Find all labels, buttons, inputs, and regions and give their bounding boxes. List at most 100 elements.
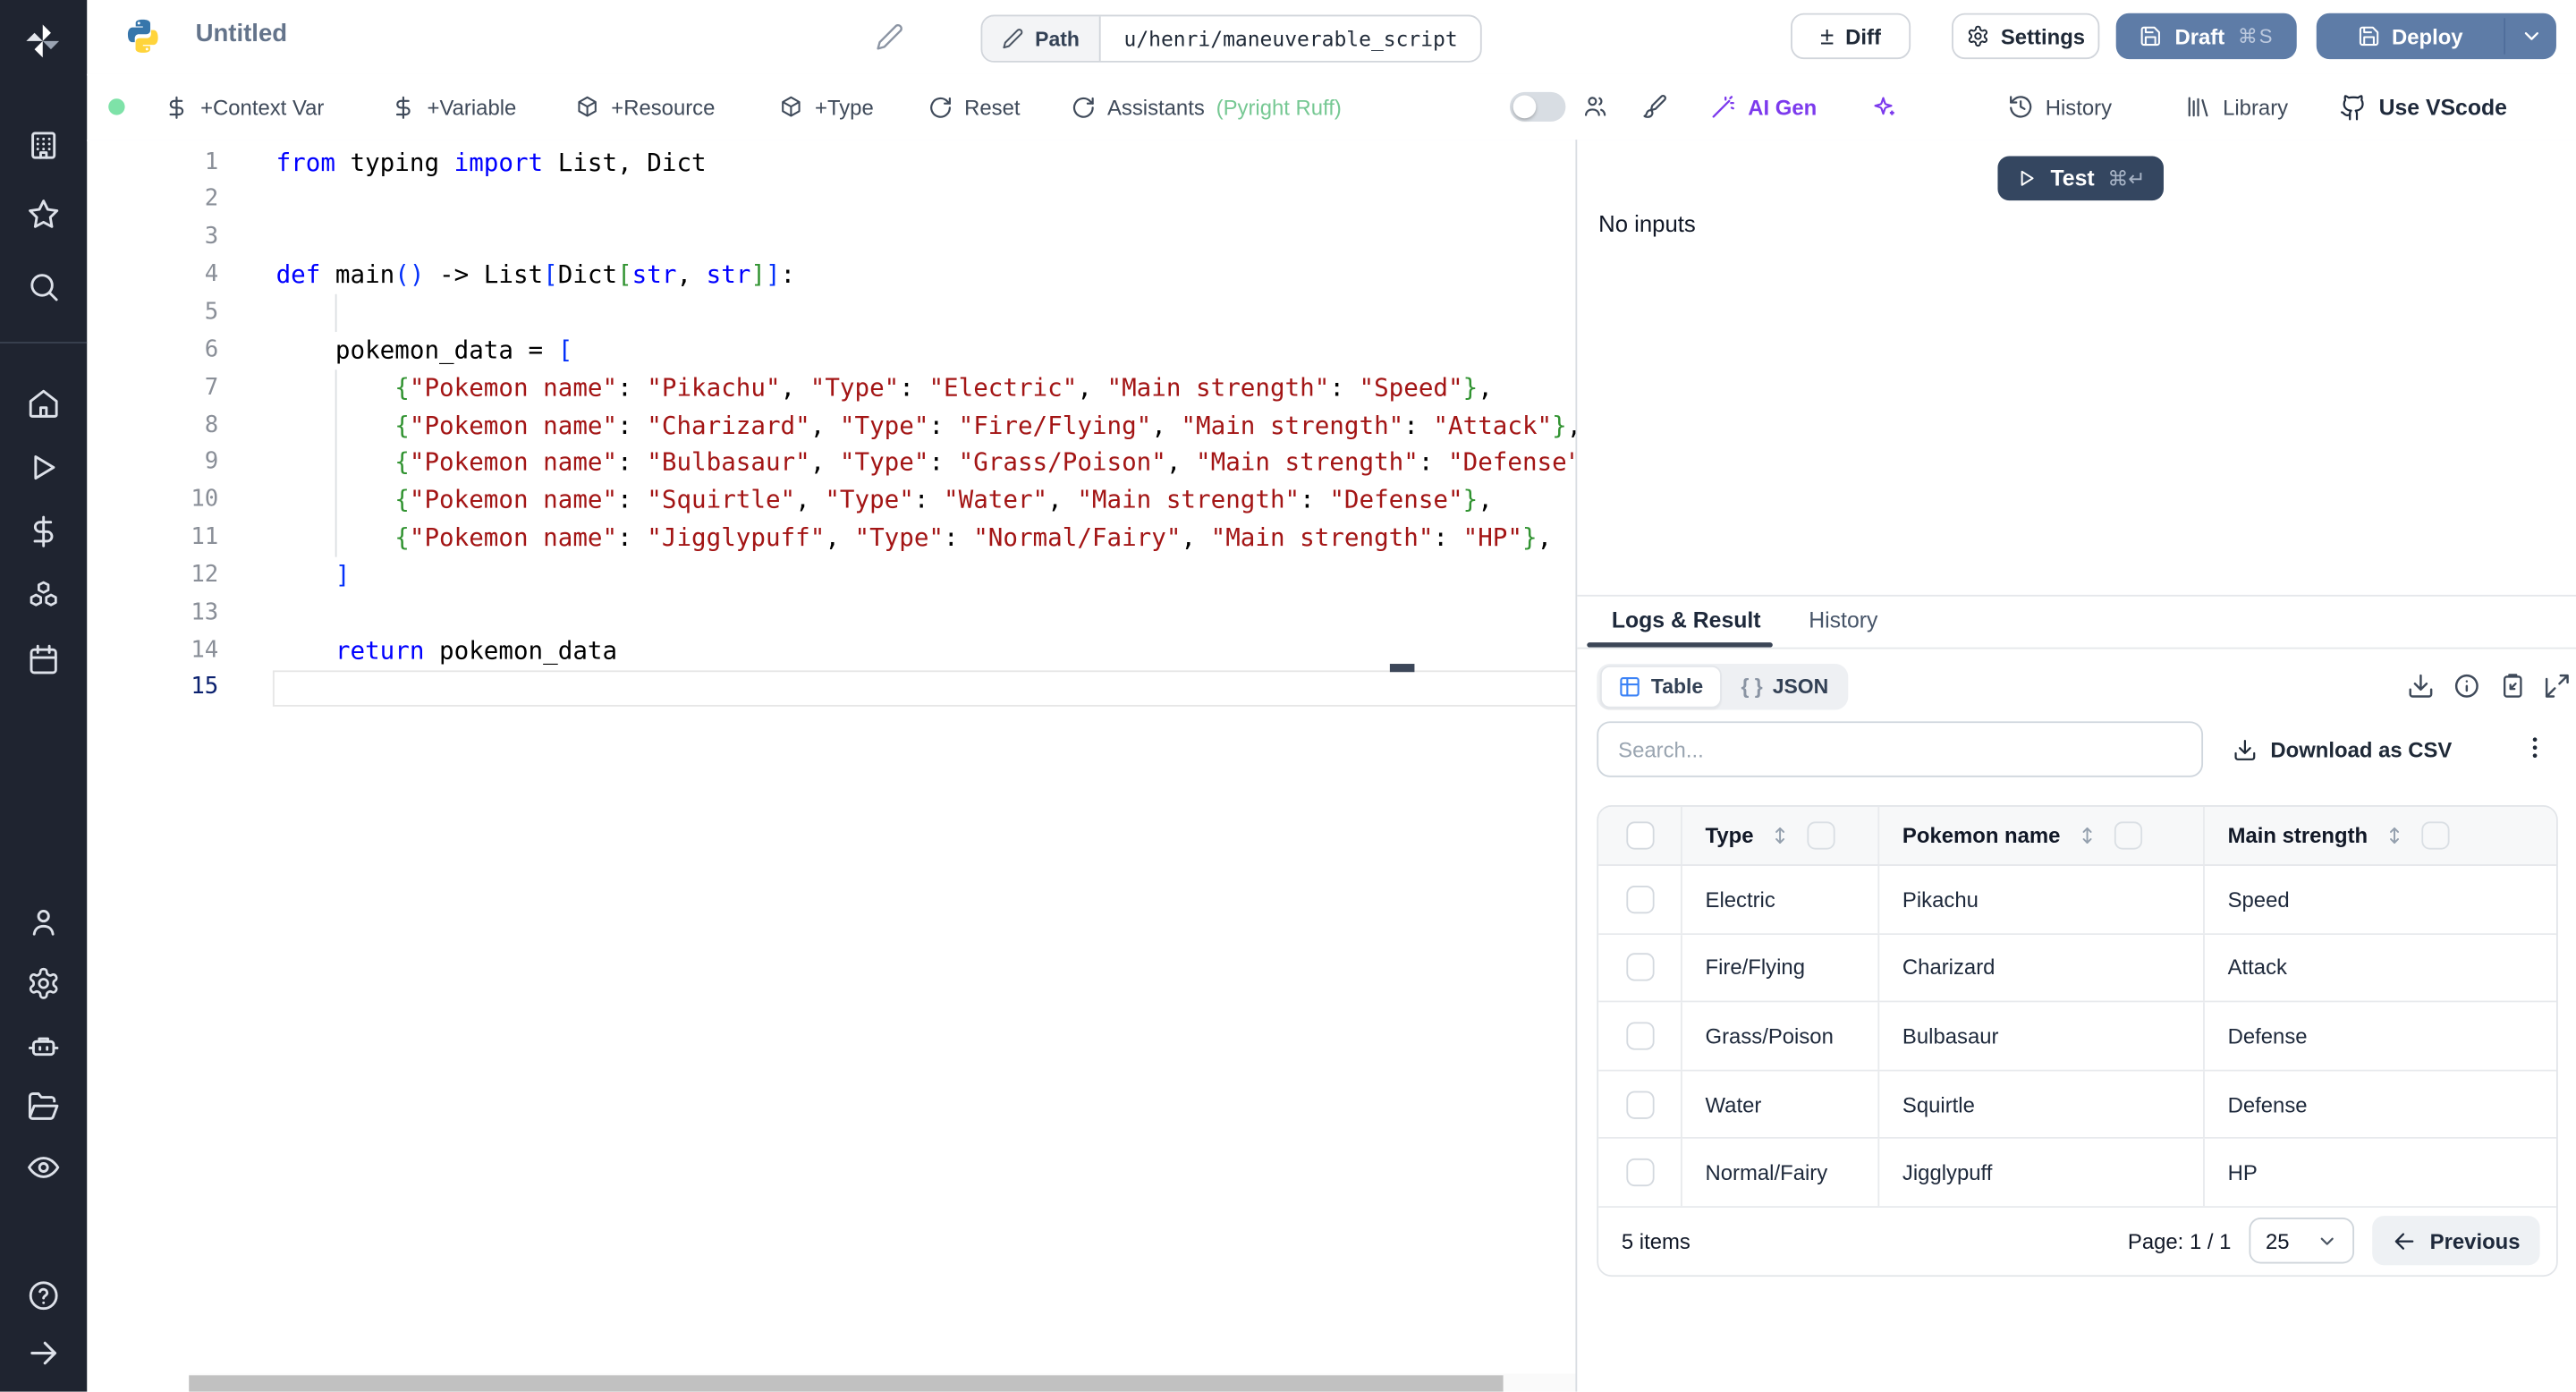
script-title[interactable]: Untitled [196, 20, 288, 47]
star-icon[interactable] [26, 197, 61, 232]
boxes-icon[interactable] [26, 579, 61, 614]
ai-gen-button[interactable]: AI Gen [1710, 74, 1817, 140]
row-checkbox[interactable] [1625, 1159, 1654, 1187]
braces-icon: { } [1741, 675, 1763, 699]
windmill-logo[interactable] [23, 20, 63, 63]
code-line[interactable]: 14 return pokemon_data [87, 632, 1575, 669]
path-widget[interactable]: Path u/henri/maneuverable_script [980, 14, 1483, 63]
calendar-icon[interactable] [26, 642, 61, 677]
assistants-button[interactable]: Assistants (Pyright Ruff) [1072, 74, 1342, 140]
select-all-checkbox[interactable] [1625, 821, 1654, 850]
column-header-label: Type [1705, 823, 1754, 848]
building-icon[interactable] [26, 128, 61, 163]
sort-icon[interactable] [1768, 823, 1793, 848]
column-filter-box[interactable] [1808, 821, 1836, 850]
folder-icon[interactable] [26, 1090, 61, 1125]
sort-icon[interactable] [2075, 823, 2100, 848]
code-line[interactable]: 12 ] [87, 556, 1575, 594]
history-button[interactable]: History [2007, 74, 2112, 140]
view-table-button[interactable]: Table [1599, 665, 1722, 709]
add-variable-button[interactable]: +Variable [391, 74, 516, 140]
eye-icon[interactable] [26, 1150, 61, 1185]
code-line[interactable]: 5 [87, 294, 1575, 332]
code-editor[interactable]: 1 from typing import List, Dict 2 3 4 def mai… [87, 140, 1612, 1392]
line-number: 10 [191, 487, 219, 514]
code-line[interactable]: 7 {"Pokemon name": "Pikachu", "Type": "E… [87, 369, 1575, 407]
page-size-select[interactable]: 25 [2249, 1218, 2355, 1265]
code-line[interactable]: 8 {"Pokemon name": "Charizard", "Type": … [87, 407, 1582, 445]
info-icon[interactable] [2453, 672, 2480, 700]
table-row[interactable]: Water Squirtle Defense [1598, 1071, 2556, 1140]
download-icon[interactable] [2407, 672, 2435, 700]
toggle-switch[interactable] [1509, 91, 1566, 122]
test-button[interactable]: Test ⌘↵ [1997, 156, 2164, 201]
library-button[interactable]: Library [2185, 74, 2288, 140]
use-vscode-button[interactable]: Use VScode [2340, 74, 2507, 140]
deploy-split-button: Deploy [2316, 13, 2556, 60]
clipboard-icon[interactable] [2499, 672, 2527, 700]
row-checkbox[interactable] [1625, 885, 1654, 913]
code-line[interactable]: 4 def main() -> List[Dict[str, str]]: [87, 257, 1575, 294]
download-csv-button[interactable]: Download as CSV [2233, 721, 2452, 777]
table-row[interactable]: Electric Pikachu Speed [1598, 865, 2556, 935]
deploy-menu-button[interactable] [2505, 13, 2556, 59]
search-icon[interactable] [26, 269, 61, 304]
horizontal-scrollbar-thumb[interactable] [189, 1375, 1504, 1392]
column-filter-box[interactable] [2421, 821, 2450, 850]
code-line[interactable]: 1 from typing import List, Dict [87, 144, 1575, 182]
code-text: pokemon_data = [ [275, 335, 573, 365]
code-text: {"Pokemon name": "Charizard", "Type": "F… [394, 410, 1582, 440]
table-row[interactable]: Normal/Fairy Jigglypuff HP [1598, 1139, 2556, 1208]
code-line[interactable]: 2 [87, 182, 1575, 219]
code-line[interactable]: 10 {"Pokemon name": "Squirtle", "Type": … [87, 482, 1575, 520]
line-number: 3 [204, 224, 219, 250]
row-checkbox[interactable] [1625, 954, 1654, 982]
diff-button[interactable]: ± Diff [1791, 13, 1911, 60]
settings-button[interactable]: Settings [1952, 13, 2100, 60]
help-icon[interactable] [26, 1278, 61, 1313]
code-text: from typing import List, Dict [275, 147, 707, 177]
refresh-icon [928, 95, 953, 120]
table-cell: Electric [1705, 887, 1775, 912]
draft-button[interactable]: Draft ⌘S [2115, 13, 2297, 60]
robot-icon[interactable] [26, 1029, 61, 1064]
code-line[interactable]: 9 {"Pokemon name": "Bulbasaur", "Type": … [87, 445, 1612, 482]
code-line[interactable]: 11 {"Pokemon name": "Jigglypuff", "Type"… [87, 519, 1575, 556]
code-line[interactable]: 13 [87, 594, 1575, 632]
table-row[interactable]: Fire/Flying Charizard Attack [1598, 934, 2556, 1003]
arrow-right-icon[interactable] [26, 1336, 61, 1371]
view-json-button[interactable]: { } JSON [1724, 667, 1845, 707]
scrollbar-decoration[interactable] [1389, 663, 1415, 673]
code-line[interactable]: 6 pokemon_data = [ [87, 332, 1575, 369]
add-context-var-button[interactable]: +Context Var [165, 74, 324, 140]
table-row[interactable]: Grass/Poison Bulbasaur Defense [1598, 1002, 2556, 1072]
row-checkbox[interactable] [1625, 1022, 1654, 1050]
tab-logs-result[interactable]: Logs & Result [1612, 608, 1761, 633]
home-icon[interactable] [26, 386, 61, 421]
user-icon[interactable] [26, 905, 61, 940]
sparkles-icon[interactable] [1871, 94, 1897, 120]
code-line[interactable]: 3 [87, 219, 1575, 257]
column-filter-box[interactable] [2114, 821, 2143, 850]
expand-icon[interactable] [2543, 672, 2571, 700]
dollar-icon[interactable] [26, 514, 61, 549]
table-cell: HP [2227, 1160, 2258, 1185]
tab-history[interactable]: History [1809, 608, 1877, 633]
gear-icon[interactable] [26, 966, 61, 1001]
path-value[interactable]: u/henri/maneuverable_script [1101, 16, 1481, 61]
reset-button[interactable]: Reset [928, 74, 1021, 140]
previous-page-button[interactable]: Previous [2372, 1217, 2540, 1267]
search-input[interactable] [1597, 721, 2204, 777]
row-checkbox[interactable] [1625, 1090, 1654, 1119]
save-icon [2357, 25, 2380, 48]
line-number: 6 [204, 336, 219, 363]
sort-icon[interactable] [2383, 823, 2408, 848]
pencil-icon[interactable] [876, 23, 903, 51]
kebab-menu-icon[interactable] [2519, 731, 2552, 764]
deploy-button[interactable]: Deploy [2317, 13, 2504, 59]
add-type-button[interactable]: +Type [779, 74, 874, 140]
play-icon[interactable] [26, 450, 61, 485]
add-resource-button[interactable]: +Resource [575, 74, 715, 140]
users-icon[interactable] [1582, 94, 1608, 120]
brush-icon[interactable] [1641, 94, 1667, 120]
